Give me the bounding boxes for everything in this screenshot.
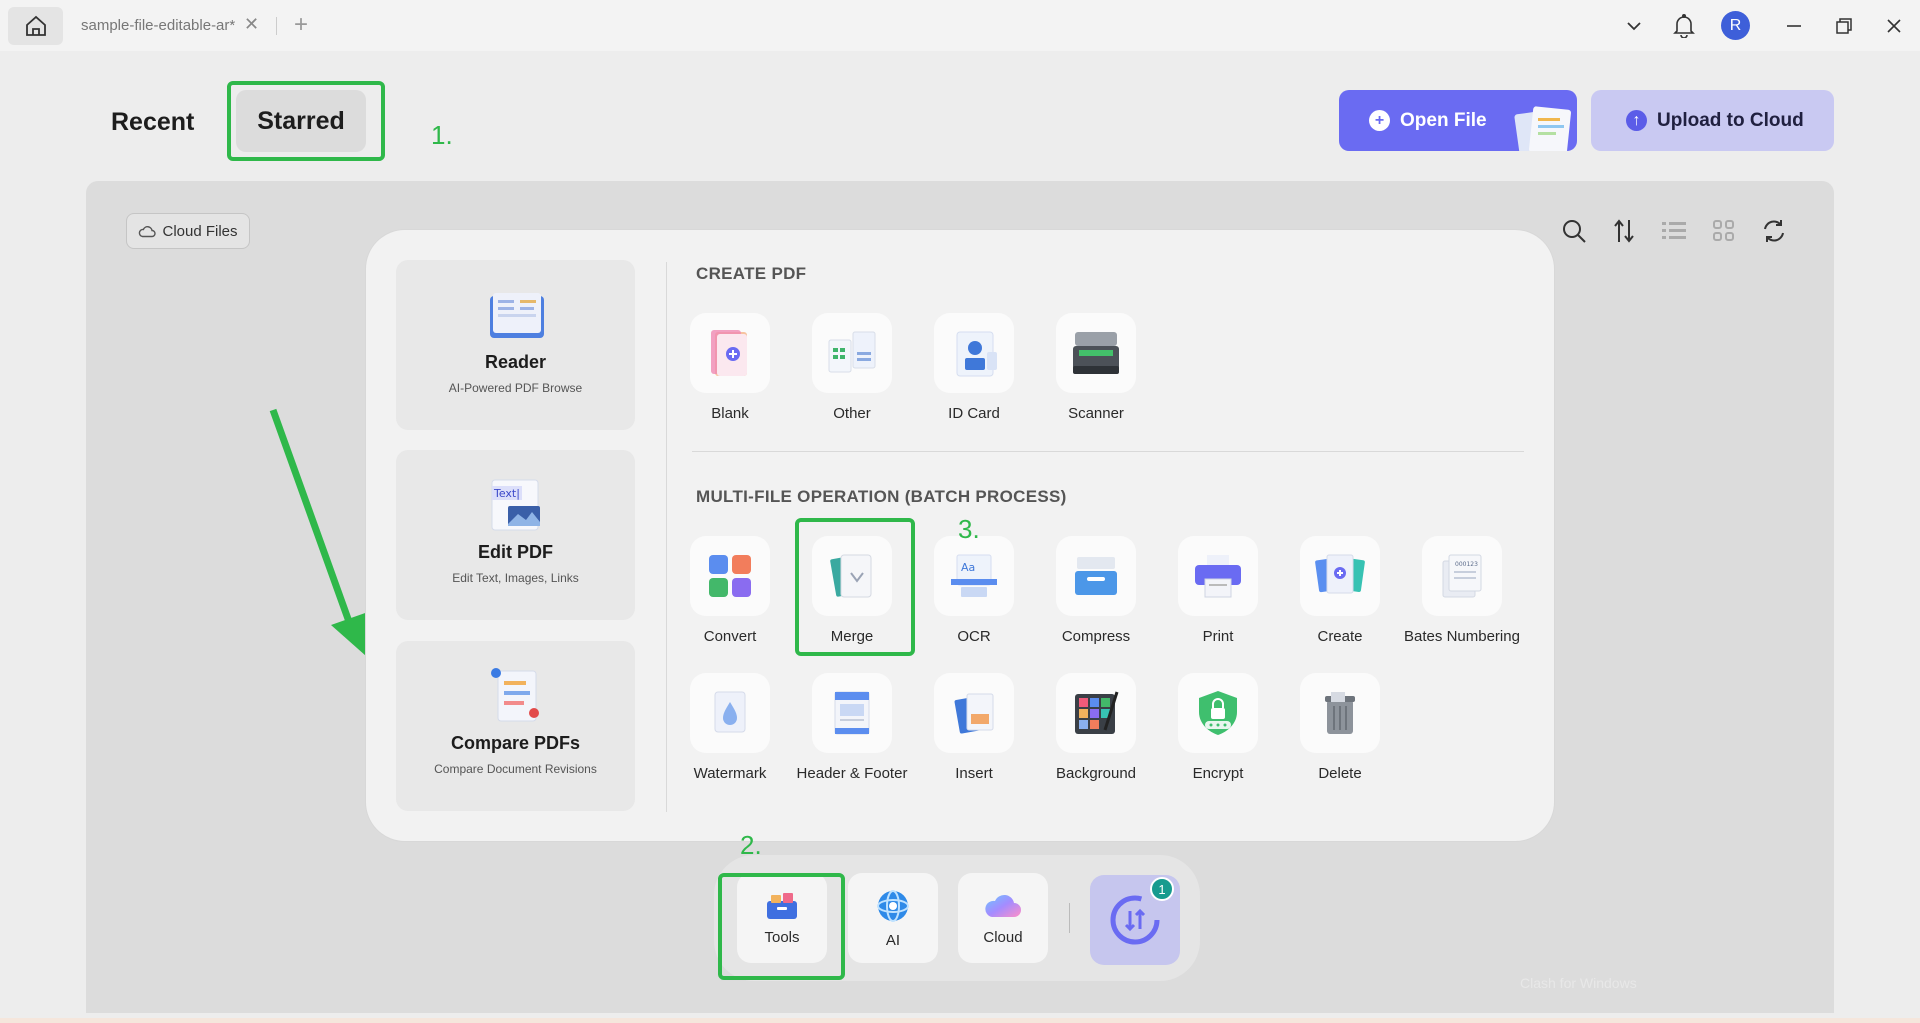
dock-cloud-label: Cloud (983, 928, 1023, 946)
popup-horizontal-divider (692, 451, 1524, 452)
tool-compress[interactable]: Compress (1031, 536, 1161, 646)
tool-create[interactable]: Create (1275, 536, 1405, 646)
ocr-icon: Aa (951, 554, 997, 597)
tool-ocr[interactable]: Aa OCR (909, 536, 1039, 646)
highlight-box-tools (718, 873, 845, 980)
compare-icon (490, 668, 539, 722)
edit-pdf-card[interactable]: Text| Edit PDF Edit Text, Images, Links (396, 450, 635, 620)
cloud-icon (985, 894, 1021, 917)
insert-icon (954, 693, 994, 734)
delete-icon (1325, 692, 1355, 734)
compare-pdfs-subtitle: Compare Document Revisions (434, 762, 597, 776)
watermark-icon (714, 691, 746, 733)
watermark-text: Clash for Windows (1520, 975, 1637, 991)
convert-icon (709, 555, 751, 597)
svg-text:000123: 000123 (1455, 561, 1478, 568)
encrypt-icon (1199, 691, 1237, 735)
highlight-box-merge (795, 518, 915, 656)
reader-subtitle: AI-Powered PDF Browse (448, 381, 583, 395)
sync-icon (1110, 895, 1160, 945)
tool-watermark[interactable]: Watermark (665, 673, 795, 783)
blank-icon (711, 330, 747, 376)
tool-id-card[interactable]: ID Card (909, 313, 1039, 423)
id-card-icon (956, 331, 997, 377)
step-label-2: 2. (740, 830, 762, 860)
svg-text:Aa: Aa (961, 561, 975, 574)
tool-bates-numbering[interactable]: 000123 Bates Numbering (1397, 536, 1527, 646)
tool-convert[interactable]: Convert (665, 536, 795, 646)
svg-text:Text|: Text| (493, 487, 520, 500)
tool-other[interactable]: Other (787, 313, 917, 423)
create-icon (1315, 554, 1365, 594)
edit-pdf-title: Edit PDF (478, 542, 553, 562)
create-pdf-heading: CREATE PDF (696, 264, 807, 283)
bates-icon: 000123 (1442, 554, 1482, 598)
tool-encrypt[interactable]: Encrypt (1153, 673, 1283, 783)
edit-pdf-subtitle: Edit Text, Images, Links (452, 571, 579, 585)
reader-icon (489, 293, 544, 338)
reader-card[interactable]: Reader AI-Powered PDF Browse (396, 260, 635, 430)
tool-scanner[interactable]: Scanner (1031, 313, 1161, 423)
dock-ai-label: AI (885, 931, 901, 949)
scanner-icon (1073, 332, 1119, 374)
print-icon (1195, 555, 1241, 598)
window-bottom-edge (0, 1018, 1920, 1023)
tool-header-footer[interactable]: Header & Footer (787, 673, 917, 783)
compare-pdfs-title: Compare PDFs (450, 733, 581, 753)
background-icon (1075, 691, 1119, 734)
edit-pdf-icon: Text| (491, 479, 540, 531)
compress-icon (1075, 557, 1117, 595)
batch-heading: MULTI-FILE OPERATION (BATCH PROCESS) (696, 487, 1067, 506)
tool-insert[interactable]: Insert (909, 673, 1039, 783)
dock-ai[interactable]: AI (848, 873, 938, 963)
other-icon (828, 331, 876, 373)
tool-blank[interactable]: Blank (665, 313, 795, 423)
tool-print[interactable]: Print (1153, 536, 1283, 646)
sync-count-badge: 1 (1150, 877, 1174, 901)
tool-background[interactable]: Background (1031, 673, 1161, 783)
ai-icon (877, 889, 909, 922)
dock-divider (1069, 903, 1070, 933)
dock-cloud[interactable]: Cloud (958, 873, 1048, 963)
tool-delete[interactable]: Delete (1275, 673, 1405, 783)
reader-title: Reader (484, 352, 547, 372)
step-label-3: 3. (958, 514, 980, 544)
header-footer-icon (834, 691, 870, 735)
compare-pdfs-card[interactable]: Compare PDFs Compare Document Revisions (396, 641, 635, 811)
